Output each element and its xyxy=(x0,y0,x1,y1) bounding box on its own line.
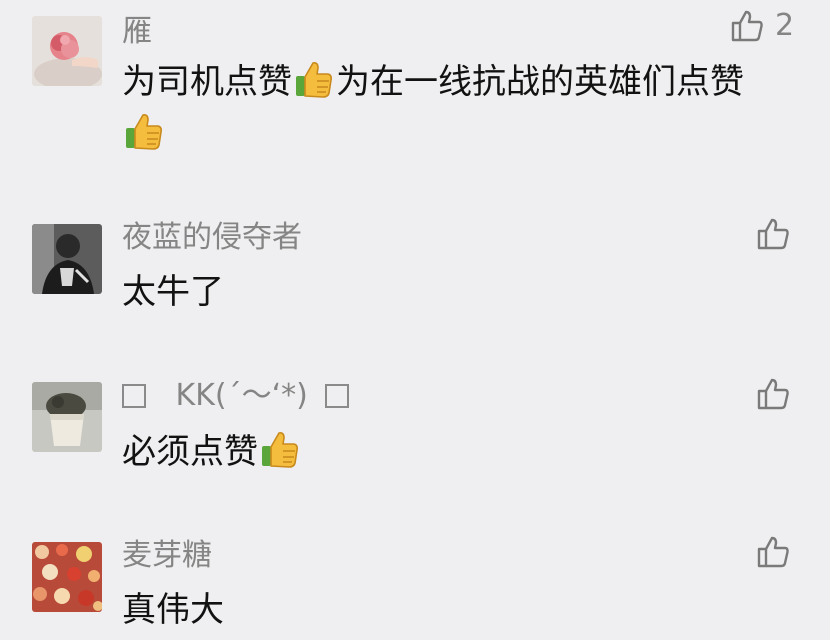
comment-text: 太牛了 xyxy=(122,272,224,312)
thumbs-up-emoji xyxy=(296,62,332,98)
avatar[interactable] xyxy=(32,382,102,452)
avatar[interactable] xyxy=(32,224,102,294)
thumbs-up-emoji xyxy=(262,432,298,468)
unknown-glyph-box xyxy=(122,384,146,408)
thumbs-up-outline-icon xyxy=(757,536,789,568)
comment-text: 为司机点赞 为在一线抗战的英雄们点赞 xyxy=(122,56,782,160)
thumbs-up-outline-icon xyxy=(757,378,789,410)
comment-text-part: 必须点赞 xyxy=(122,432,258,472)
like-button[interactable] xyxy=(755,216,791,252)
thumbs-up-emoji xyxy=(126,114,162,150)
comment-text-part: 为司机点赞 xyxy=(122,62,292,102)
avatar[interactable] xyxy=(32,542,102,612)
comment-author[interactable]: 雁 xyxy=(122,12,152,52)
comment-author[interactable]: 麦芽糖 xyxy=(122,536,212,576)
comment-text-part: 为在一线抗战的英雄们点赞 xyxy=(336,62,744,102)
comment-author[interactable]: 夜蓝的侵夺者 xyxy=(122,218,302,258)
unknown-glyph-box xyxy=(325,384,350,408)
thumbs-up-outline-icon xyxy=(731,10,763,42)
like-button[interactable] xyxy=(755,534,791,570)
like-count: 2 xyxy=(775,8,795,43)
like-button[interactable]: 2 xyxy=(729,8,794,44)
comment-author[interactable]: KK(´～‘*) xyxy=(122,376,350,416)
avatar[interactable] xyxy=(32,16,102,86)
comment-text: 必须点赞 xyxy=(122,426,782,478)
like-button[interactable] xyxy=(755,376,791,412)
comment-author-text: KK(´～‘*) xyxy=(175,378,308,413)
comment-text: 真伟大 xyxy=(122,590,224,630)
thumbs-up-outline-icon xyxy=(757,218,789,250)
